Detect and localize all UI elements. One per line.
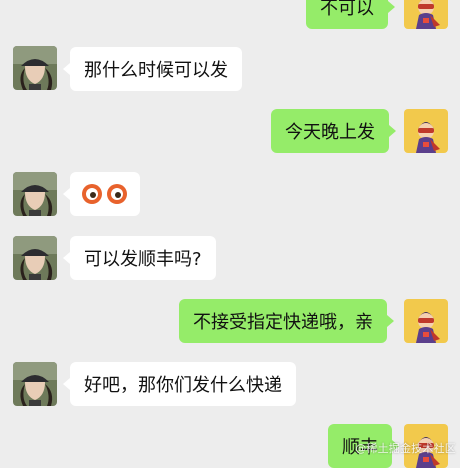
user-photo-avatar[interactable] bbox=[13, 46, 57, 90]
user-photo-icon bbox=[13, 172, 57, 216]
message-text: 好吧，那你们发什么快递 bbox=[84, 375, 282, 396]
cartoon-hero-icon bbox=[404, 299, 448, 343]
message-bubble-in[interactable]: 好吧，那你们发什么快递 bbox=[63, 362, 296, 406]
cartoon-hero-avatar[interactable] bbox=[404, 109, 448, 153]
user-photo-avatar[interactable] bbox=[13, 172, 57, 216]
message-text: 可以发顺丰吗? bbox=[84, 249, 202, 270]
eyes-emoji-icon bbox=[82, 184, 127, 204]
cartoon-hero-avatar[interactable] bbox=[404, 299, 448, 343]
cartoon-hero-icon bbox=[404, 109, 448, 153]
message-text: 不接受指定快递哦，亲 bbox=[193, 312, 373, 333]
user-photo-avatar[interactable] bbox=[13, 236, 57, 280]
message-bubble-out[interactable]: 不接受指定快递哦，亲 bbox=[179, 299, 394, 343]
cartoon-hero-icon bbox=[404, 0, 448, 29]
message-bubble-in[interactable]: 那什么时候可以发 bbox=[63, 47, 242, 91]
cartoon-hero-avatar[interactable] bbox=[404, 0, 448, 29]
user-photo-icon bbox=[13, 236, 57, 280]
user-photo-icon bbox=[13, 362, 57, 406]
user-photo-icon bbox=[13, 46, 57, 90]
message-text: 今天晚上发 bbox=[285, 122, 375, 143]
user-photo-avatar[interactable] bbox=[13, 362, 57, 406]
message-bubble-out[interactable]: 不可以 bbox=[306, 0, 395, 29]
message-bubble-in[interactable] bbox=[63, 172, 140, 216]
message-bubble-out[interactable]: 今天晚上发 bbox=[271, 109, 396, 153]
watermark: @稀土掘金技术社区 bbox=[355, 442, 456, 455]
message-bubble-in[interactable]: 可以发顺丰吗? bbox=[63, 236, 216, 280]
message-text: 那什么时候可以发 bbox=[84, 60, 228, 81]
message-text: 不可以 bbox=[320, 0, 374, 19]
